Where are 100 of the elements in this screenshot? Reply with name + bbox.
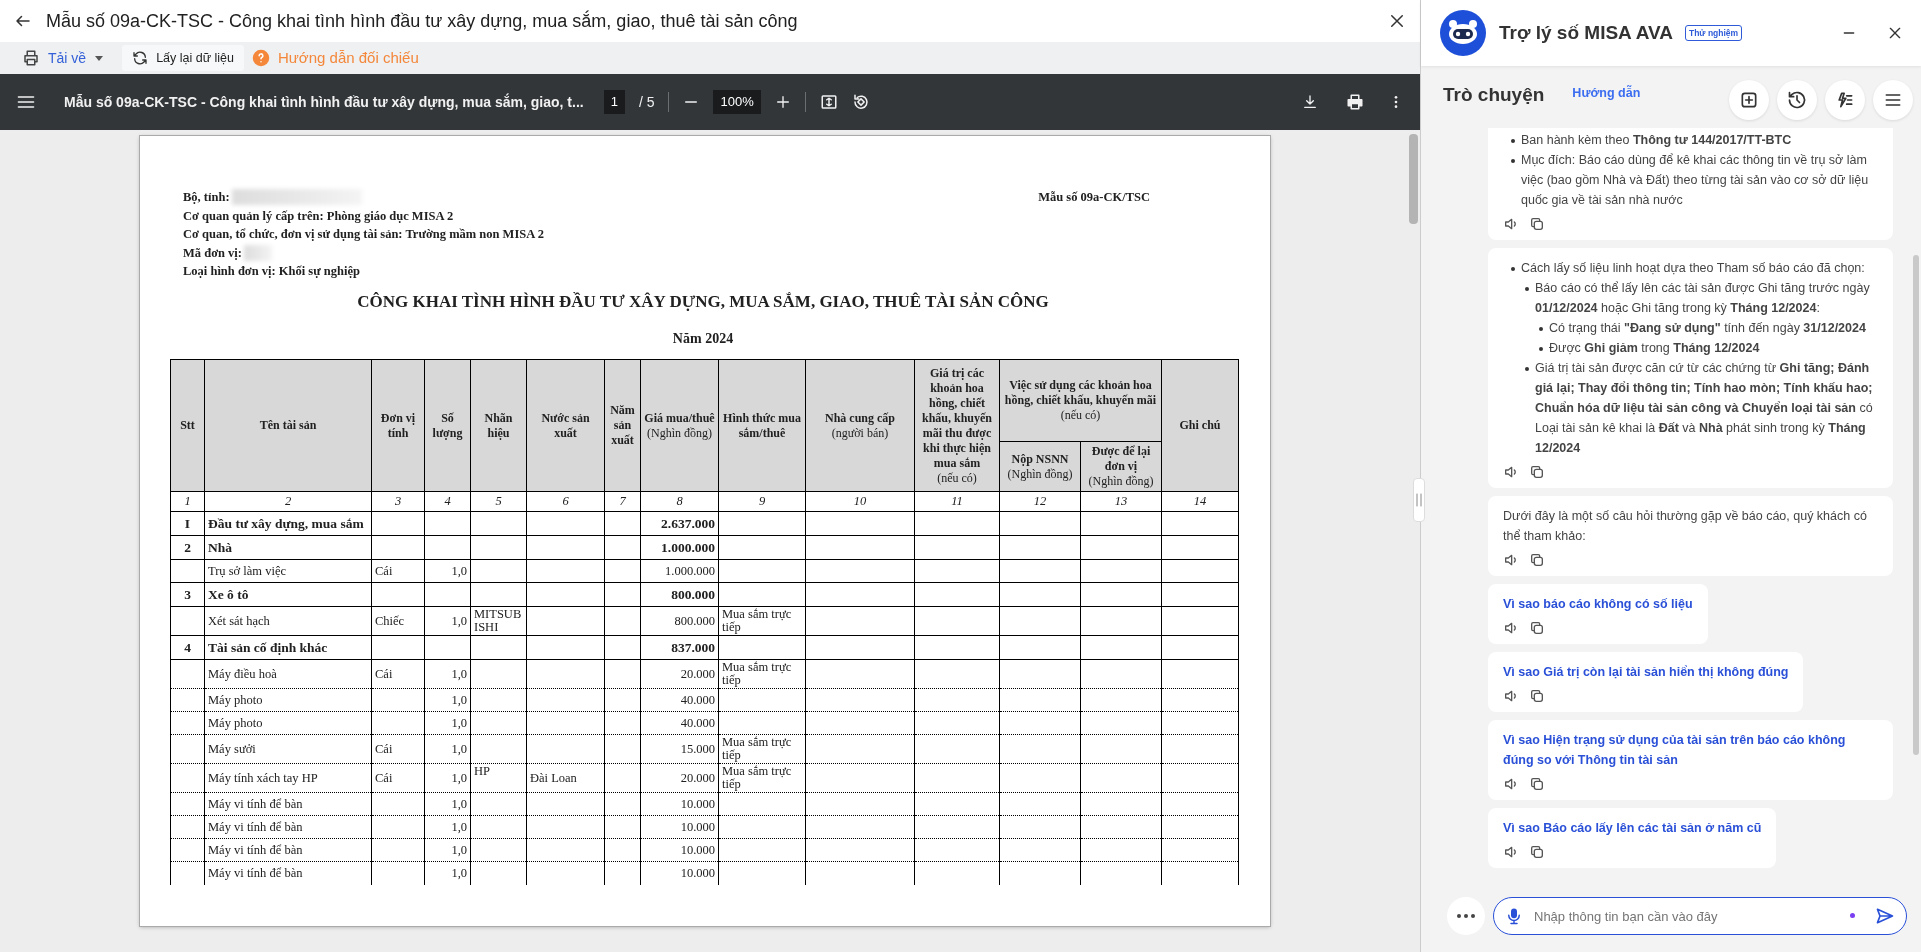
copy-icon[interactable] — [1529, 552, 1545, 568]
table-cell: 1,0 — [424, 792, 471, 816]
column-number: 4 — [424, 491, 471, 512]
download-button[interactable]: Tải về — [12, 45, 115, 71]
zoom-level-field[interactable]: 100% — [713, 90, 761, 114]
bullet — [1539, 327, 1543, 331]
resize-handle[interactable] — [1413, 478, 1425, 522]
table-cell: 40.000 — [640, 711, 719, 735]
column-number: 5 — [470, 491, 527, 512]
column-header: Nhà cung cấp (người bán) — [805, 359, 915, 492]
speaker-icon[interactable] — [1503, 464, 1519, 480]
page-number-field[interactable]: 1 — [603, 90, 625, 114]
message-card[interactable]: Vì sao Hiện trạng sử dụng của tài sản trên báo cáo không đúng so với Thông tin tài sản — [1488, 720, 1893, 800]
message-text: Dưới đây là một số câu hỏi thường gặp về báo cáo, quý khách có thể tham khảo: — [1503, 508, 1868, 545]
speaker-icon[interactable] — [1503, 552, 1519, 568]
table-cell: Cái — [371, 763, 425, 793]
column-header: Giá mua/thuê (Nghìn đồng) — [640, 359, 719, 492]
column-number: 10 — [805, 491, 915, 512]
bullet — [1525, 367, 1529, 371]
bullet — [1539, 347, 1543, 351]
table-cell: Máy sưởi — [204, 734, 372, 764]
history-button[interactable] — [1777, 80, 1817, 120]
suggested-question[interactable]: Vì sao Hiện trạng sử dụng của tài sản trên báo cáo không đúng so với Thông tin tài sản — [1503, 730, 1878, 770]
bullet — [1511, 267, 1515, 271]
info-text: Cơ quan quản lý cấp trên: Phòng giáo dục MISA 2 — [183, 207, 454, 225]
column-header: Việc sử dụng các khoản hoa hồng, chiết khấu, khuyến mãi (nếu có) — [999, 359, 1162, 442]
table-cell: 1.000.000 — [640, 535, 719, 560]
assistant-title: Trợ lý số MISA AVA — [1499, 20, 1673, 45]
column-number: 12 — [999, 491, 1081, 512]
column-header: Đơn vị tính — [371, 359, 425, 492]
table-cell: Cái — [371, 734, 425, 764]
zoom-in-icon[interactable] — [774, 94, 791, 110]
copy-icon[interactable] — [1529, 216, 1545, 232]
fit-page-icon[interactable] — [819, 93, 838, 111]
table-cell: 15.000 — [640, 734, 719, 764]
reload-button[interactable]: Lấy lại dữ liệu — [122, 45, 244, 71]
speaker-icon[interactable] — [1503, 844, 1519, 860]
column-header: Stt — [170, 359, 205, 492]
info-text: Mã đơn vị: — [183, 244, 242, 262]
table-cell: 1,0 — [424, 734, 471, 764]
table-cell: Máy vi tính để bàn — [204, 815, 372, 839]
column-number: 3 — [371, 491, 425, 512]
refresh-icon — [132, 50, 149, 66]
table-cell: 1,0 — [424, 815, 471, 839]
download-icon[interactable] — [1302, 94, 1318, 110]
robot-avatar-icon — [1439, 9, 1487, 57]
guide-link[interactable]: Hướng dẫn — [1572, 83, 1641, 103]
form-number: Mẫu số 09a-CK/TSC — [1038, 189, 1150, 206]
beta-badge: Thử nghiệm — [1685, 24, 1743, 42]
suggested-question[interactable]: Vì sao Giá trị còn lại tài sản hiển thị không đúng — [1503, 662, 1789, 682]
new-chat-icon — [1739, 90, 1759, 110]
grip-icon — [1416, 493, 1422, 507]
table-cell: Máy photo — [204, 688, 372, 712]
more-icon — [1456, 913, 1476, 919]
column-header: Nước sản xuất — [526, 359, 605, 492]
printer-icon — [22, 49, 40, 67]
table-cell: 10.000 — [640, 792, 719, 816]
speaker-icon[interactable] — [1503, 776, 1519, 792]
menu-button[interactable] — [1873, 80, 1913, 120]
suggested-question[interactable]: Vì sao báo cáo không có số liệu — [1503, 594, 1693, 614]
copy-icon[interactable] — [1529, 620, 1545, 636]
speaker-icon[interactable] — [1503, 216, 1519, 232]
column-number: 11 — [914, 491, 1000, 512]
table-cell: 4 — [170, 635, 205, 660]
table-cell: 40.000 — [640, 688, 719, 712]
chat-input-field[interactable]: Nhập thông tin bạn cần vào đây — [1493, 897, 1907, 935]
copy-icon[interactable] — [1529, 464, 1545, 480]
new-chat-button[interactable] — [1729, 80, 1769, 120]
table-cell: 2 — [170, 535, 205, 560]
table-cell: 800.000 — [640, 582, 719, 607]
table-cell: 837.000 — [640, 635, 719, 660]
column-header: Tên tài sản — [204, 359, 372, 492]
column-header: Năm sản xuất — [604, 359, 641, 492]
message-card[interactable]: Vì sao báo cáo không có số liệu — [1488, 584, 1708, 644]
speaker-icon[interactable] — [1503, 688, 1519, 704]
message-text: Giá trị tài sản được căn cứ từ các chứng từ Ghi tăng; Đánh giá lại; Thay đổi thông tin; Tính hao mòn; Tính khấu hao; Chuẩn hóa dữ liệu tài sản công và Chuyển loại tài sản có Loại tài sản kê khai là Đất và Nhà phát sinh trong kỳ Tháng 12/2024 — [1535, 360, 1874, 457]
message-text: Có trạng thái "Đang sử dụng" tính đến ngày 31/12/2024 — [1549, 320, 1866, 337]
copy-icon[interactable] — [1529, 688, 1545, 704]
section-title: Trò chuyện — [1443, 82, 1545, 107]
table-cell: 1,0 — [424, 861, 471, 885]
close-icon[interactable] — [1887, 25, 1903, 41]
table-cell: Mua sắm trực tiếp — [718, 734, 806, 764]
scrollbar[interactable] — [1913, 255, 1919, 755]
message-card[interactable]: Vì sao Báo cáo lấy lên các tài sản ở năm cũ — [1488, 808, 1777, 868]
page-count: / 5 — [638, 92, 655, 112]
close-icon[interactable] — [1388, 12, 1406, 30]
column-number: 1 — [170, 491, 205, 512]
scrollbar[interactable] — [1409, 134, 1418, 224]
rotate-icon[interactable] — [851, 93, 870, 111]
message-card[interactable]: Vì sao Giá trị còn lại tài sản hiển thị không đúng — [1488, 652, 1804, 712]
more-button[interactable] — [1447, 897, 1485, 935]
suggested-question[interactable]: Vì sao Báo cáo lấy lên các tài sản ở năm cũ — [1503, 818, 1762, 838]
copy-icon[interactable] — [1529, 776, 1545, 792]
copy-icon[interactable] — [1529, 844, 1545, 860]
table-cell: 1,0 — [424, 711, 471, 735]
prompt-list-button[interactable] — [1825, 80, 1865, 120]
print-icon[interactable] — [1346, 93, 1364, 111]
speaker-icon[interactable] — [1503, 620, 1519, 636]
microphone-icon[interactable] — [1505, 906, 1523, 926]
send-icon[interactable] — [1875, 906, 1895, 926]
